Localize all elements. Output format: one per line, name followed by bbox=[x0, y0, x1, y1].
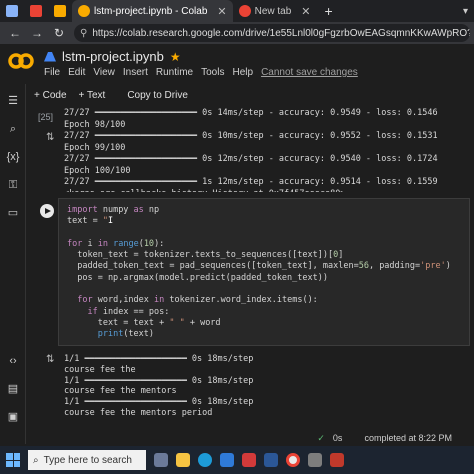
copy-to-drive-button[interactable]: Copy to Drive bbox=[127, 90, 188, 101]
tab-label: lstm-project.ipynb - Colab bbox=[94, 5, 208, 17]
mail-icon[interactable] bbox=[220, 453, 234, 467]
tab-favicon-icon bbox=[6, 5, 18, 17]
taskbar-search-input[interactable]: ⌕ Type here to search bbox=[28, 450, 146, 470]
close-icon[interactable]: ✕ bbox=[217, 5, 226, 18]
table-of-contents-icon[interactable]: ☰ bbox=[6, 94, 20, 108]
run-cell-button[interactable] bbox=[40, 204, 54, 218]
output-options-icon[interactable]: ⇅ bbox=[46, 132, 54, 143]
address-bar-row: ← → ↻ ⚲ https://colab.research.google.co… bbox=[0, 22, 474, 44]
notebook-title[interactable]: lstm-project.ipynb ★ bbox=[44, 49, 181, 64]
menu-edit[interactable]: Edit bbox=[68, 67, 85, 78]
edge-icon[interactable] bbox=[198, 453, 212, 467]
tab-new-tab[interactable]: New tab ✕ bbox=[233, 0, 317, 22]
output-options-icon[interactable]: ⇅ bbox=[46, 354, 54, 365]
save-notice-link[interactable]: Cannot save changes bbox=[261, 67, 358, 78]
url-text: https://colab.research.google.com/drive/… bbox=[92, 27, 470, 39]
colab-favicon-icon bbox=[78, 5, 90, 17]
left-rail: ☰ ⌕ {x} ⚿ ▭ ‹› ▤ ▣ bbox=[0, 84, 26, 444]
new-tab-button[interactable]: + bbox=[325, 3, 333, 19]
close-icon[interactable]: ✕ bbox=[301, 5, 310, 18]
output-cell-training: [25] ⇅ 27/27 ━━━━━━━━━━━━━━━━━━━━ 0s 14m… bbox=[26, 104, 474, 192]
back-icon[interactable]: ← bbox=[8, 26, 22, 40]
tab-pinned-2[interactable] bbox=[24, 0, 48, 22]
command-palette-icon[interactable]: ▤ bbox=[6, 382, 20, 396]
file-explorer-icon[interactable] bbox=[176, 453, 190, 467]
folder-icon[interactable]: ▭ bbox=[6, 206, 20, 220]
run-duration: 0s bbox=[332, 433, 343, 443]
app-icon[interactable] bbox=[308, 453, 322, 467]
notebook-toolbar: + Code + Text Copy to Drive bbox=[26, 86, 474, 104]
status-bar: ✓ 0s completed at 8:22 PM bbox=[26, 430, 474, 446]
completed-status[interactable]: completed at 8:22 PM bbox=[364, 433, 452, 443]
colab-header: lstm-project.ipynb ★ File Edit View Inse… bbox=[0, 44, 474, 84]
terminal-icon[interactable]: ▣ bbox=[6, 410, 20, 424]
chevron-down-icon[interactable]: ▾ bbox=[463, 6, 468, 17]
site-info-icon[interactable]: ⚲ bbox=[80, 28, 87, 39]
drive-icon bbox=[44, 51, 56, 62]
search-icon[interactable]: ⌕ bbox=[6, 122, 20, 136]
tab-favicon-icon bbox=[30, 5, 42, 17]
windows-start-icon[interactable] bbox=[6, 453, 20, 467]
menu-help[interactable]: Help bbox=[232, 67, 253, 78]
menu-file[interactable]: File bbox=[44, 67, 60, 78]
menu-tools[interactable]: Tools bbox=[201, 67, 224, 78]
app-icon[interactable] bbox=[330, 453, 344, 467]
check-icon: ✓ bbox=[317, 432, 325, 443]
code-text[interactable]: import numpy as np text = "I for i in ra… bbox=[67, 205, 451, 341]
tab-pinned-1[interactable] bbox=[0, 0, 24, 22]
menu-view[interactable]: View bbox=[93, 67, 115, 78]
notebook-title-text[interactable]: lstm-project.ipynb bbox=[62, 49, 164, 64]
tab-colab[interactable]: lstm-project.ipynb - Colab ✕ bbox=[72, 0, 233, 22]
prediction-output: 1/1 ━━━━━━━━━━━━━━━━━━━━ 0s 18ms/step co… bbox=[64, 354, 254, 418]
menu-bar: File Edit View Insert Runtime Tools Help… bbox=[44, 67, 358, 78]
task-view-icon[interactable] bbox=[154, 453, 168, 467]
windows-taskbar: ⌕ Type here to search bbox=[0, 446, 474, 474]
menu-runtime[interactable]: Runtime bbox=[156, 67, 193, 78]
output-cell-predictions: ⇅ 1/1 ━━━━━━━━━━━━━━━━━━━━ 0s 18ms/step … bbox=[26, 350, 474, 430]
execution-count: [25] bbox=[38, 112, 54, 122]
tab-label: New tab bbox=[254, 5, 292, 17]
variables-icon[interactable]: {x} bbox=[6, 150, 20, 164]
reload-icon[interactable]: ↻ bbox=[52, 26, 66, 40]
chrome-icon[interactable] bbox=[286, 453, 300, 467]
add-text-button[interactable]: + Text bbox=[79, 90, 106, 101]
browser-tab-bar: lstm-project.ipynb - Colab ✕ New tab ✕ +… bbox=[0, 0, 474, 22]
tab-favicon-icon bbox=[54, 5, 66, 17]
menu-insert[interactable]: Insert bbox=[123, 67, 148, 78]
tab-favicon-icon bbox=[238, 5, 251, 17]
search-icon: ⌕ bbox=[33, 454, 39, 466]
url-input[interactable]: ⚲ https://colab.research.google.com/driv… bbox=[74, 24, 470, 42]
code-snippets-icon[interactable]: ‹› bbox=[6, 354, 20, 368]
star-icon[interactable]: ★ bbox=[170, 50, 181, 64]
key-icon[interactable]: ⚿ bbox=[6, 178, 20, 192]
training-output: 27/27 ━━━━━━━━━━━━━━━━━━━━ 0s 14ms/step … bbox=[64, 108, 438, 192]
tab-pinned-3[interactable] bbox=[48, 0, 72, 22]
store-icon[interactable] bbox=[242, 453, 256, 467]
code-cell-editor[interactable]: import numpy as np text = "I for i in ra… bbox=[58, 198, 470, 346]
forward-icon[interactable]: → bbox=[30, 26, 44, 40]
colab-logo-icon bbox=[8, 53, 34, 69]
add-code-button[interactable]: + Code bbox=[34, 90, 67, 101]
search-placeholder: Type here to search bbox=[43, 454, 132, 466]
word-icon[interactable] bbox=[264, 453, 278, 467]
